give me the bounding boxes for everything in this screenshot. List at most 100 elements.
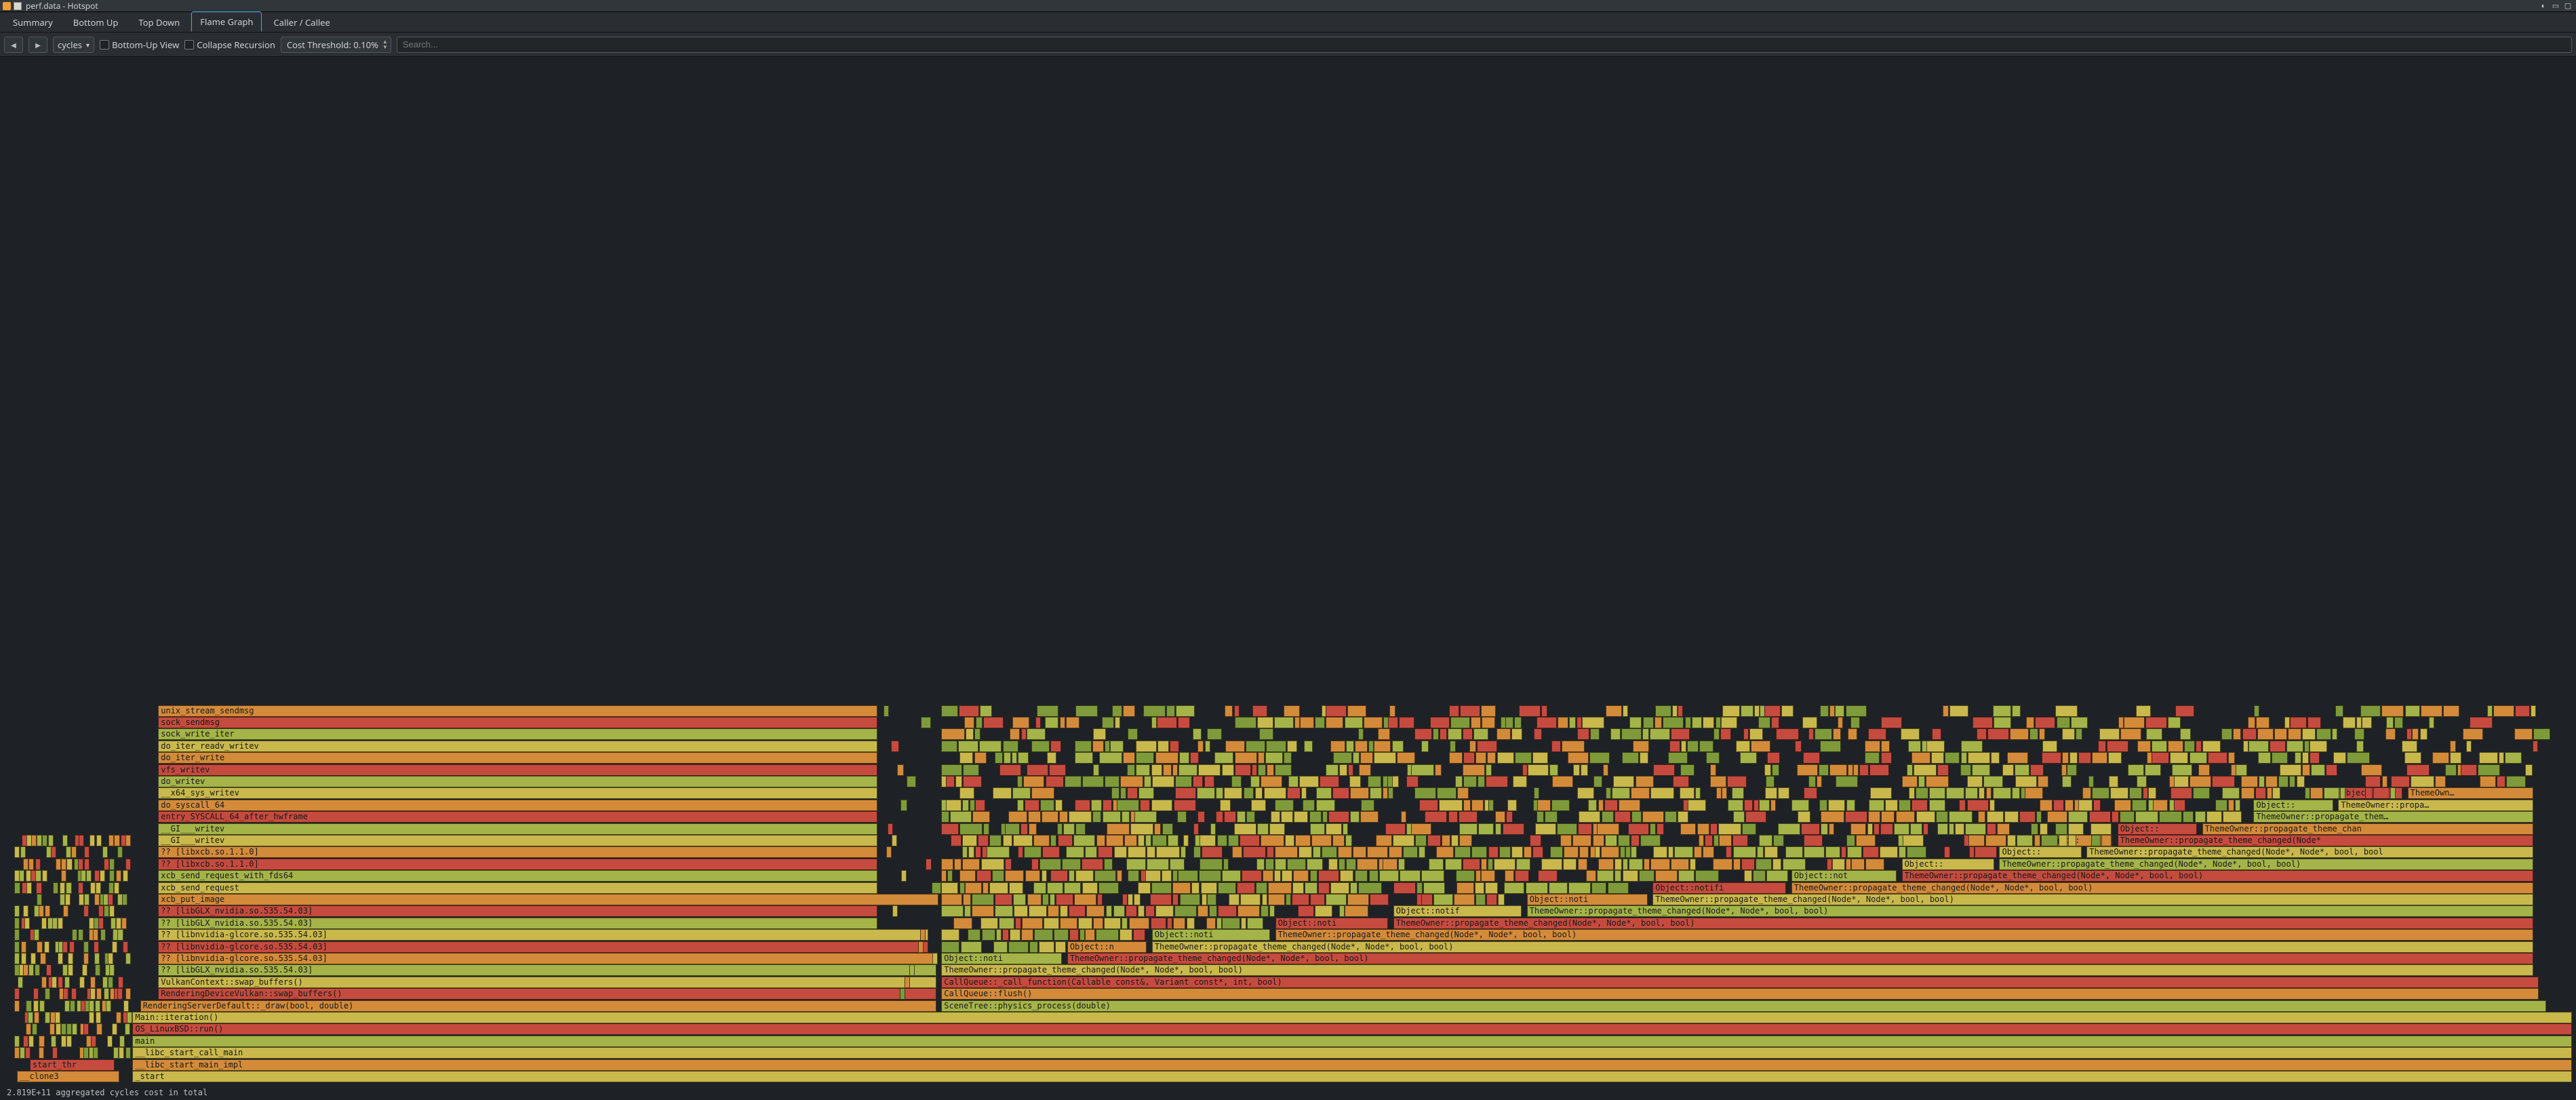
flame-frame-small[interactable] — [2241, 776, 2258, 787]
flame-frame-small[interactable] — [2302, 764, 2311, 776]
flame-frame-small[interactable] — [1114, 846, 1127, 858]
flame-frame[interactable]: Object::notif — [1393, 905, 1522, 917]
flame-frame-small[interactable] — [60, 882, 65, 894]
flame-frame-small[interactable] — [1138, 905, 1145, 917]
flame-frame-small[interactable] — [1389, 705, 1395, 717]
flame-frame-small[interactable] — [1069, 905, 1086, 917]
flame-frame-small[interactable] — [1515, 752, 1532, 764]
flame-frame-small[interactable] — [1722, 787, 1727, 799]
flame-frame-small[interactable] — [1274, 870, 1280, 882]
flame-frame-small[interactable] — [1350, 882, 1358, 894]
flame-frame-small[interactable] — [941, 741, 957, 752]
flame-frame[interactable]: ThemeOwner::propagate_theme_chan — [2202, 823, 2534, 835]
flame-frame-small[interactable] — [109, 964, 115, 976]
flame-frame-small[interactable] — [51, 846, 56, 858]
flame-frame-small[interactable] — [1439, 800, 1462, 811]
flame-frame-small[interactable] — [1582, 717, 1604, 728]
flame-frame-small[interactable] — [2061, 764, 2067, 776]
flame-frame-small[interactable] — [2110, 787, 2128, 799]
flame-frame[interactable]: Object:: — [1999, 846, 2081, 858]
flame-frame-small[interactable] — [1294, 717, 1300, 728]
flame-frame-small[interactable] — [1193, 823, 1199, 835]
flame-frame-small[interactable] — [1256, 859, 1265, 870]
flame-frame-small[interactable] — [974, 752, 987, 764]
flame-frame-small[interactable] — [2047, 811, 2067, 823]
flame-frame-small[interactable] — [932, 882, 941, 894]
flame-frame-small[interactable] — [1222, 870, 1241, 882]
flame-frame-small[interactable] — [70, 1000, 76, 1012]
flame-frame-small[interactable] — [1172, 894, 1178, 905]
flame-frame-small[interactable] — [1614, 870, 1621, 882]
flame-frame-small[interactable] — [1881, 717, 1902, 728]
flame-frame-small[interactable] — [2082, 787, 2091, 799]
flame-frame-small[interactable] — [1459, 811, 1478, 823]
flame-frame-small[interactable] — [2184, 741, 2195, 752]
flame-frame-small[interactable] — [1202, 894, 1207, 905]
flame-frame-small[interactable] — [28, 964, 34, 976]
flame-frame-small[interactable] — [1848, 728, 1857, 740]
flame-frame-small[interactable] — [1014, 905, 1028, 917]
flame-frame-small[interactable] — [2228, 800, 2234, 811]
flame-frame-small[interactable] — [1008, 941, 1029, 953]
flame-frame-small[interactable] — [962, 800, 968, 811]
flame-frame-small[interactable] — [108, 953, 113, 964]
flame-frame-small[interactable] — [45, 905, 50, 917]
flame-frame-small[interactable] — [980, 705, 992, 717]
flame-frame-small[interactable] — [1156, 846, 1179, 858]
flame-frame-small[interactable] — [1534, 787, 1539, 799]
flame-frame-small[interactable] — [1092, 811, 1101, 823]
flame-frame-small[interactable] — [2215, 800, 2227, 811]
flame-frame-small[interactable] — [2258, 752, 2271, 764]
flame-frame-small[interactable] — [946, 800, 962, 811]
flame-frame-small[interactable] — [1111, 787, 1119, 799]
flame-frame[interactable]: start_thr — [30, 1059, 115, 1071]
flame-frame-small[interactable] — [1577, 728, 1589, 740]
flame-frame-small[interactable] — [1050, 741, 1061, 752]
flame-frame-small[interactable] — [2040, 800, 2053, 811]
flame-frame-small[interactable] — [1495, 823, 1502, 835]
flame-frame-small[interactable] — [1430, 717, 1450, 728]
flame-frame-small[interactable] — [2435, 776, 2446, 787]
flame-frame-small[interactable] — [64, 977, 70, 988]
flame-frame-small[interactable] — [1685, 717, 1691, 728]
flame-frame-small[interactable] — [1359, 764, 1370, 776]
flame-frame-small[interactable] — [37, 941, 43, 953]
flame-frame-small[interactable] — [44, 941, 49, 953]
flame-frame-small[interactable] — [1145, 870, 1161, 882]
flame-frame-small[interactable] — [1258, 752, 1265, 764]
flame-frame-small[interactable] — [1338, 846, 1352, 858]
flame-frame-small[interactable] — [959, 705, 979, 717]
flame-frame-small[interactable] — [1025, 800, 1039, 811]
flame-frame-small[interactable] — [1126, 905, 1137, 917]
flame-frame-small[interactable] — [1005, 859, 1012, 870]
flame-frame-small[interactable] — [84, 894, 90, 905]
flame-frame-small[interactable] — [1197, 905, 1208, 917]
flame-frame-small[interactable] — [1581, 764, 1588, 776]
flame-frame-small[interactable] — [1759, 800, 1769, 811]
flame-frame-small[interactable] — [49, 1023, 55, 1035]
flame-frame-small[interactable] — [1304, 741, 1313, 752]
flame-frame-small[interactable] — [2302, 728, 2316, 740]
flame-frame-small[interactable] — [1448, 811, 1459, 823]
flame-frame-small[interactable] — [1631, 835, 1640, 846]
flame-frame-small[interactable] — [1339, 905, 1345, 917]
flame-frame-small[interactable] — [995, 752, 1003, 764]
flame-frame-small[interactable] — [2365, 776, 2381, 787]
flame-frame-small[interactable] — [1122, 894, 1128, 905]
flame-frame-small[interactable] — [89, 1000, 94, 1012]
flame-frame-small[interactable] — [966, 728, 974, 740]
flame-frame-small[interactable] — [1265, 859, 1274, 870]
flame-frame-small[interactable] — [1134, 811, 1157, 823]
flame-frame-small[interactable] — [1274, 717, 1294, 728]
flame-frame-small[interactable] — [1123, 705, 1135, 717]
flame-frame-small[interactable] — [78, 882, 83, 894]
flame-frame-small[interactable] — [1261, 905, 1269, 917]
flame-frame-small[interactable] — [2101, 835, 2112, 846]
flame-frame-small[interactable] — [959, 752, 974, 764]
flame-frame-small[interactable] — [2067, 764, 2077, 776]
flame-frame-small[interactable] — [975, 846, 981, 858]
flame-frame-small[interactable] — [2381, 705, 2404, 717]
flame-frame-small[interactable] — [1655, 870, 1678, 882]
flame-frame-small[interactable] — [1560, 835, 1572, 846]
flame-frame-small[interactable] — [1017, 776, 1023, 787]
